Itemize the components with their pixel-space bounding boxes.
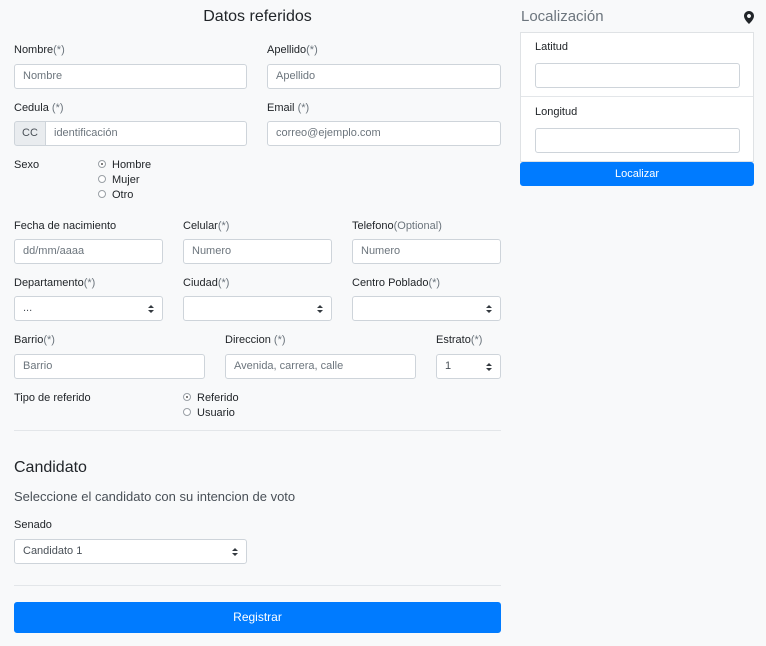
apellido-input[interactable]: Apellido bbox=[267, 64, 501, 89]
nombre-input[interactable]: Nombre bbox=[14, 64, 247, 89]
celular-input[interactable]: Numero bbox=[183, 239, 332, 264]
select-arrows-icon bbox=[486, 305, 492, 313]
longitud-input[interactable] bbox=[535, 128, 740, 153]
tipo-label: Tipo de referido bbox=[14, 392, 91, 404]
map-marker-icon bbox=[744, 11, 754, 24]
fecha-input[interactable]: dd/mm/aaaa bbox=[14, 239, 163, 264]
nombre-label: Nombre(*) bbox=[14, 44, 65, 56]
departamento-select[interactable]: ... bbox=[14, 296, 163, 321]
radio-icon[interactable] bbox=[98, 175, 106, 183]
candidato-subtitle: Seleccione el candidato con su intencion… bbox=[14, 489, 296, 504]
barrio-label: Barrio(*) bbox=[14, 334, 55, 346]
localizar-button[interactable]: Localizar bbox=[520, 162, 754, 186]
cedula-input[interactable]: identificación bbox=[45, 121, 247, 146]
latitud-label: Latitud bbox=[535, 41, 569, 53]
candidato-title: Candidato bbox=[14, 459, 87, 476]
latitud-input[interactable] bbox=[535, 63, 740, 88]
form-title: Datos referidos bbox=[203, 8, 312, 25]
estrato-label: Estrato(*) bbox=[436, 334, 483, 346]
ciudad-select[interactable] bbox=[183, 296, 332, 321]
tipo-option-usuario[interactable]: Usuario bbox=[183, 406, 235, 420]
tipo-option-referido[interactable]: Referido bbox=[183, 391, 239, 405]
telefono-label: Telefono(Optional) bbox=[352, 220, 442, 232]
divider bbox=[14, 430, 501, 431]
centro-select[interactable] bbox=[352, 296, 501, 321]
select-arrows-icon bbox=[148, 305, 154, 313]
telefono-input[interactable]: Numero bbox=[352, 239, 501, 264]
barrio-input[interactable]: Barrio bbox=[14, 354, 205, 379]
select-arrows-icon bbox=[317, 305, 323, 313]
senado-select[interactable]: Candidato 1 bbox=[14, 539, 247, 564]
radio-icon[interactable] bbox=[183, 408, 191, 416]
departamento-label: Departamento(*) bbox=[14, 277, 96, 289]
ciudad-label: Ciudad(*) bbox=[183, 277, 230, 289]
radio-icon[interactable] bbox=[98, 190, 106, 198]
location-card: Latitud Longitud bbox=[520, 32, 754, 162]
email-input[interactable]: correo@ejemplo.com bbox=[267, 121, 501, 146]
email-label: Email (*) bbox=[267, 102, 310, 114]
fecha-label: Fecha de nacimiento bbox=[14, 220, 117, 232]
divider bbox=[14, 585, 501, 586]
direccion-input[interactable]: Avenida, carrera, calle bbox=[225, 354, 416, 379]
sexo-option-otro[interactable]: Otro bbox=[98, 188, 133, 202]
celular-label: Celular(*) bbox=[183, 220, 230, 232]
senado-label: Senado bbox=[14, 519, 52, 531]
direccion-label: Direccion (*) bbox=[225, 334, 286, 346]
localizacion-title: Localización bbox=[521, 8, 604, 25]
cedula-label: Cedula (*) bbox=[14, 102, 64, 114]
apellido-label: Apellido(*) bbox=[267, 44, 318, 56]
registrar-button[interactable]: Registrar bbox=[14, 602, 501, 633]
sexo-option-mujer[interactable]: Mujer bbox=[98, 173, 140, 187]
centro-label: Centro Poblado(*) bbox=[352, 277, 441, 289]
sexo-option-hombre[interactable]: Hombre bbox=[98, 158, 151, 172]
select-arrows-icon bbox=[486, 363, 492, 371]
radio-icon[interactable] bbox=[98, 160, 106, 168]
radio-icon[interactable] bbox=[183, 393, 191, 401]
sexo-label: Sexo bbox=[14, 159, 40, 171]
estrato-select[interactable]: 1 bbox=[436, 354, 501, 379]
cedula-prefix: CC bbox=[14, 121, 46, 146]
longitud-label: Longitud bbox=[535, 106, 578, 118]
select-arrows-icon bbox=[232, 548, 238, 556]
divider bbox=[521, 96, 753, 97]
